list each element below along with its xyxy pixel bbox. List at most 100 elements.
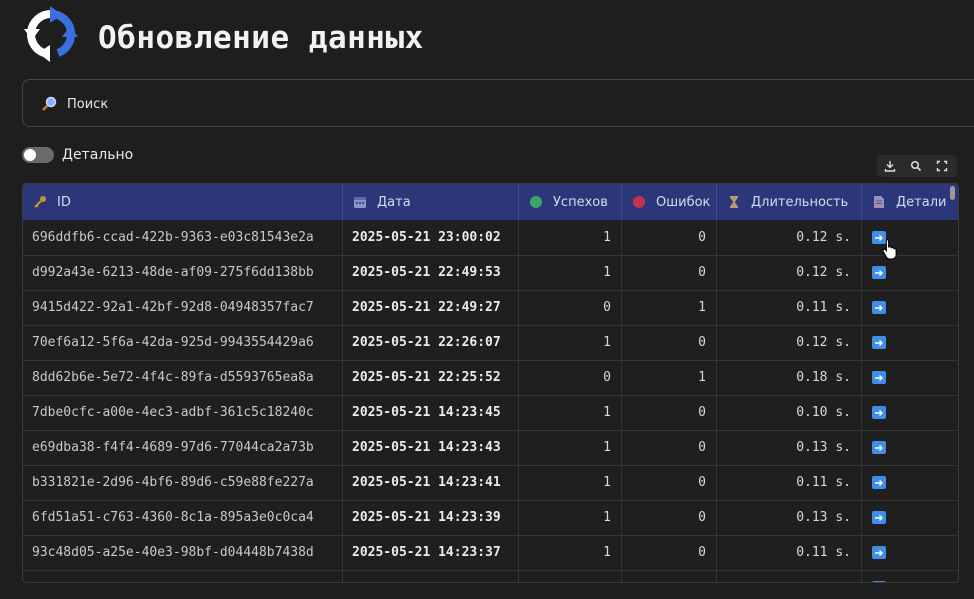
hourglass-icon bbox=[730, 196, 738, 208]
table-row[interactable]: e69dba38-f4f4-4689-97d6-77044ca2a73b 2025… bbox=[23, 430, 958, 466]
cell-errors: 1 bbox=[622, 360, 717, 395]
cell-id-text: d992a43e-6213-48de-af09-275f6dd138bb bbox=[32, 265, 314, 280]
cell-success-text: 1 bbox=[603, 230, 611, 245]
cell-duration: 0.18 s. bbox=[717, 360, 862, 395]
arrow-right-icon[interactable] bbox=[872, 371, 886, 384]
cell-duration-text: 0.12 s. bbox=[796, 335, 851, 350]
cell-errors: 0 bbox=[622, 395, 717, 430]
cell-date: 2025-05-21 22:26:07 bbox=[343, 325, 519, 360]
green-circle-icon bbox=[530, 196, 542, 208]
cell-duration: 0.11 s. bbox=[717, 465, 862, 500]
cell-errors: 0 bbox=[622, 500, 717, 535]
table-row[interactable]: 6fd51a51-c763-4360-8c1a-895a3e0c0ca4 2025… bbox=[23, 500, 958, 536]
arrow-right-icon[interactable] bbox=[872, 476, 886, 489]
table-row[interactable]: 9415d422-92a1-42bf-92d8-04948357fac7 2025… bbox=[23, 290, 958, 326]
arrow-right-icon[interactable] bbox=[872, 511, 886, 524]
cell-success: 1 bbox=[519, 395, 622, 430]
detail-toggle[interactable] bbox=[22, 147, 54, 163]
cell-success-text: 0 bbox=[603, 370, 611, 385]
column-label: Длительность bbox=[751, 194, 849, 210]
table-row[interactable]: 8dd62b6e-5e72-4f4c-89fa-d5593765ea8a 2025… bbox=[23, 360, 958, 396]
cell-errors: 0 bbox=[622, 430, 717, 465]
cell-id-text: 9415d422-92a1-42bf-92d8-04948357fac7 bbox=[32, 300, 314, 315]
cell-duration: 0.11 s. bbox=[717, 290, 862, 325]
arrow-right-icon[interactable] bbox=[872, 546, 886, 559]
magnifier-icon bbox=[42, 96, 57, 111]
page-title: Обновление данных bbox=[98, 20, 424, 56]
cell-errors-text: 0 bbox=[698, 510, 706, 525]
table-row[interactable]: 696ddfb6-ccad-422b-9363-e03c81543e2a 2025… bbox=[23, 220, 958, 256]
cell-date-text: 2025-05-21 14:23:43 bbox=[352, 440, 501, 455]
table-row[interactable]: d992a43e-6213-48de-af09-275f6dd138bb 2025… bbox=[23, 255, 958, 291]
cell-duration-text: 0.11 s. bbox=[796, 300, 851, 315]
cell-id: 70ef6a12-5f6a-42da-925d-9943554429a6 bbox=[23, 325, 343, 360]
cell-details bbox=[862, 255, 958, 290]
cell-duration: 0.12 s. bbox=[717, 325, 862, 360]
cell-id-text: 6fd51a51-c763-4360-8c1a-895a3e0c0ca4 bbox=[32, 510, 314, 525]
scrollbar[interactable] bbox=[950, 186, 955, 200]
cell-errors: 0 bbox=[622, 465, 717, 500]
cell-errors: 0 bbox=[622, 255, 717, 290]
column-header-date[interactable]: Дата bbox=[343, 184, 519, 220]
search-input[interactable] bbox=[65, 91, 669, 117]
arrow-right-icon[interactable] bbox=[872, 336, 886, 349]
cell-duration-text: 0.11 s. bbox=[796, 475, 851, 490]
cell-errors-text: 0 bbox=[698, 230, 706, 245]
column-header-details[interactable]: Детали bbox=[862, 184, 958, 220]
column-header-id[interactable]: ID bbox=[23, 184, 343, 220]
cell-errors bbox=[622, 570, 717, 582]
cell-duration-text: 0.10 s. bbox=[796, 405, 851, 420]
cell-success: 1 bbox=[519, 430, 622, 465]
cell-id: b331821e-2d96-4bf6-89d6-c59e88fe227a bbox=[23, 465, 343, 500]
cell-duration: 0.12 s. bbox=[717, 255, 862, 290]
cell-date-text: 2025-05-21 14:23:45 bbox=[352, 405, 501, 420]
table-row[interactable]: 7dbe0cfc-a00e-4ec3-adbf-361c5c18240c 2025… bbox=[23, 395, 958, 431]
cell-success-text: 1 bbox=[603, 510, 611, 525]
cell-details bbox=[862, 465, 958, 500]
cell-errors: 0 bbox=[622, 535, 717, 570]
cell-success-text: 1 bbox=[603, 265, 611, 280]
cell-id-text: 93c48d05-a25e-40e3-98bf-d04448b7438d bbox=[32, 545, 314, 560]
download-icon[interactable] bbox=[877, 155, 903, 177]
table-toolbar bbox=[877, 155, 957, 177]
cell-success: 1 bbox=[519, 500, 622, 535]
toggle-knob bbox=[24, 149, 36, 161]
table-row[interactable]: 93c48d05-a25e-40e3-98bf-d04448b7438d 2025… bbox=[23, 535, 958, 571]
table-row[interactable] bbox=[23, 570, 958, 582]
column-header-duration[interactable]: Длительность bbox=[717, 184, 862, 220]
cell-success-text: 1 bbox=[603, 405, 611, 420]
search-icon[interactable] bbox=[903, 155, 929, 177]
cell-success: 1 bbox=[519, 220, 622, 255]
fullscreen-icon[interactable] bbox=[929, 155, 955, 177]
cell-duration: 0.11 s. bbox=[717, 535, 862, 570]
cell-id-text: b331821e-2d96-4bf6-89d6-c59e88fe227a bbox=[32, 475, 314, 490]
cell-id: 6fd51a51-c763-4360-8c1a-895a3e0c0ca4 bbox=[23, 500, 343, 535]
data-table: ID Дата Успехов Ошибок Длительность Дета… bbox=[22, 183, 959, 583]
cell-success bbox=[519, 570, 622, 582]
cell-date: 2025-05-21 14:23:37 bbox=[343, 535, 519, 570]
arrow-right-icon[interactable] bbox=[872, 406, 886, 419]
column-header-success[interactable]: Успехов bbox=[519, 184, 622, 220]
detail-toggle-label: Детально bbox=[62, 147, 134, 163]
cell-id: 9415d422-92a1-42bf-92d8-04948357fac7 bbox=[23, 290, 343, 325]
cell-success-text: 1 bbox=[603, 475, 611, 490]
table-header: ID Дата Успехов Ошибок Длительность Дета… bbox=[23, 184, 958, 220]
arrow-right-icon[interactable] bbox=[872, 301, 886, 314]
cell-success: 0 bbox=[519, 360, 622, 395]
search-box[interactable] bbox=[22, 79, 974, 127]
arrow-right-icon[interactable] bbox=[872, 441, 886, 454]
cell-details bbox=[862, 395, 958, 430]
cell-date bbox=[343, 570, 519, 582]
refresh-icon bbox=[24, 6, 78, 62]
column-header-errors[interactable]: Ошибок bbox=[622, 184, 717, 220]
calendar-icon bbox=[354, 197, 366, 208]
table-row[interactable]: 70ef6a12-5f6a-42da-925d-9943554429a6 2025… bbox=[23, 325, 958, 361]
arrow-right-icon[interactable] bbox=[872, 266, 886, 279]
cell-id-text: 696ddfb6-ccad-422b-9363-e03c81543e2a bbox=[32, 230, 314, 245]
cell-date-text: 2025-05-21 14:23:41 bbox=[352, 475, 501, 490]
table-row[interactable]: b331821e-2d96-4bf6-89d6-c59e88fe227a 2025… bbox=[23, 465, 958, 501]
cell-duration bbox=[717, 570, 862, 582]
arrow-right-icon[interactable] bbox=[872, 581, 886, 582]
cell-duration-text: 0.13 s. bbox=[796, 510, 851, 525]
cell-duration-text: 0.12 s. bbox=[796, 265, 851, 280]
